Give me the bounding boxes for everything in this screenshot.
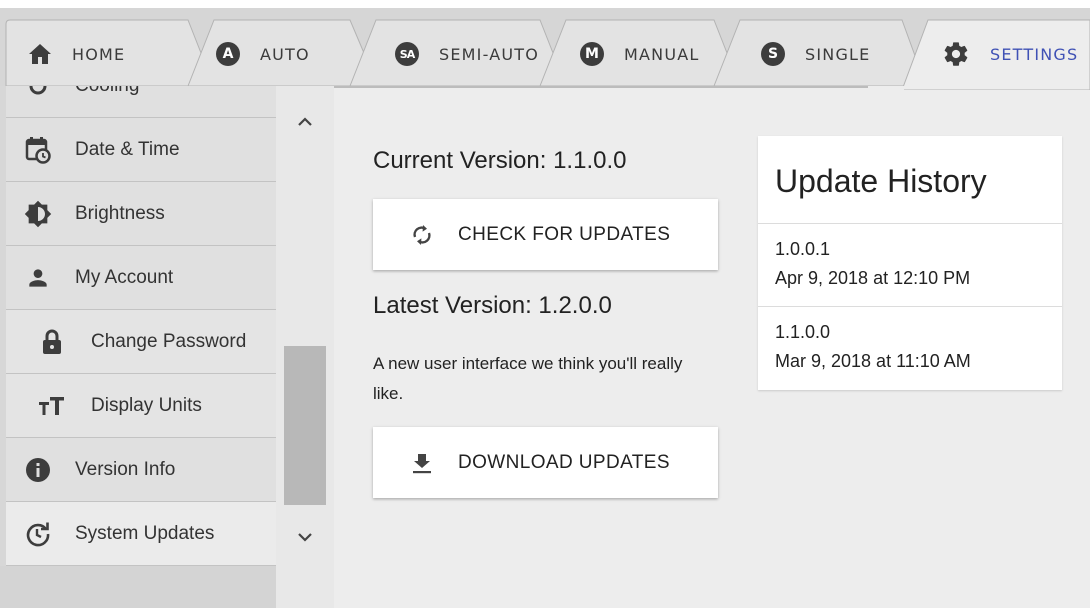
tab-bar: HOME A AUTO SA SEMI-AUTO M MANUAL S SING… bbox=[0, 0, 1090, 90]
tab-single-label: SINGLE bbox=[805, 44, 871, 64]
update-history-card: Update History 1.0.0.1 Apr 9, 2018 at 12… bbox=[758, 136, 1062, 390]
manual-badge-icon: M bbox=[580, 42, 604, 66]
brightness-icon bbox=[24, 200, 52, 228]
calendar-clock-icon bbox=[24, 136, 52, 164]
sidebar-item-my-account[interactable]: My Account bbox=[6, 246, 276, 310]
tab-semi-auto[interactable]: SA SEMI-AUTO bbox=[395, 22, 539, 86]
sidebar-item-label: Change Password bbox=[91, 330, 247, 352]
sidebar-item-change-password[interactable]: Change Password bbox=[6, 310, 276, 374]
tab-semi-auto-label: SEMI-AUTO bbox=[439, 44, 540, 64]
tab-home-label: HOME bbox=[72, 44, 126, 64]
check-for-updates-button[interactable]: CHECK FOR UPDATES bbox=[373, 199, 718, 270]
lock-icon bbox=[38, 328, 66, 356]
latest-version-text: Latest Version: 1.2.0.0 bbox=[373, 292, 612, 319]
sidebar-list[interactable]: Cooling Date & Time Brightness bbox=[6, 86, 276, 608]
chevron-up-icon[interactable] bbox=[295, 114, 315, 130]
sidebar-item-label: Brightness bbox=[75, 202, 165, 224]
sidebar-item-label: Version Info bbox=[75, 458, 176, 480]
settings-sidebar: Cooling Date & Time Brightness bbox=[0, 86, 334, 608]
update-history-icon bbox=[24, 520, 52, 548]
sidebar-item-cooling[interactable]: Cooling bbox=[6, 86, 276, 118]
gear-icon bbox=[942, 40, 970, 68]
update-description: A new user interface we think you'll rea… bbox=[373, 354, 683, 403]
tab-manual[interactable]: M MANUAL bbox=[580, 22, 700, 86]
download-updates-label: DOWNLOAD UPDATES bbox=[458, 451, 670, 473]
info-icon bbox=[24, 456, 52, 484]
sidebar-item-label: Date & Time bbox=[75, 138, 180, 160]
history-date: Apr 9, 2018 at 12:10 PM bbox=[775, 268, 971, 288]
sidebar-item-date-time[interactable]: Date & Time bbox=[6, 118, 276, 182]
update-history-title: Update History bbox=[775, 163, 987, 199]
tab-auto-label: AUTO bbox=[260, 44, 310, 64]
person-icon bbox=[24, 264, 52, 292]
history-version: 1.0.0.1 bbox=[775, 239, 831, 259]
home-icon bbox=[28, 43, 52, 65]
tab-bar-background bbox=[0, 0, 1090, 90]
single-badge-icon: S bbox=[761, 42, 785, 66]
tab-home[interactable]: HOME bbox=[28, 22, 125, 86]
tab-auto[interactable]: A AUTO bbox=[216, 22, 310, 86]
semi-auto-badge-icon: SA bbox=[395, 42, 419, 66]
history-date: Mar 9, 2018 at 11:10 AM bbox=[775, 351, 971, 371]
history-version: 1.1.0.0 bbox=[775, 322, 831, 342]
update-history-row: 1.1.0.0 Mar 9, 2018 at 11:10 AM bbox=[758, 306, 1062, 389]
download-icon bbox=[410, 451, 434, 475]
sidebar-item-version-info[interactable]: Version Info bbox=[6, 438, 276, 502]
tab-single[interactable]: S SINGLE bbox=[761, 22, 870, 86]
auto-badge-icon: A bbox=[216, 42, 240, 66]
refresh-icon bbox=[410, 223, 434, 247]
sidebar-scrollbar[interactable] bbox=[276, 86, 334, 608]
sidebar-item-display-units[interactable]: Display Units bbox=[6, 374, 276, 438]
chevron-down-icon[interactable] bbox=[295, 529, 315, 545]
tab-settings[interactable]: SETTINGS bbox=[942, 22, 1078, 86]
update-history-row: 1.0.0.1 Apr 9, 2018 at 12:10 PM bbox=[758, 223, 1062, 306]
sidebar-item-label: System Updates bbox=[75, 522, 215, 544]
tab-settings-label: SETTINGS bbox=[990, 44, 1079, 64]
download-updates-button[interactable]: DOWNLOAD UPDATES bbox=[373, 427, 718, 498]
text-size-icon bbox=[38, 392, 66, 420]
check-for-updates-label: CHECK FOR UPDATES bbox=[458, 223, 671, 245]
sidebar-item-brightness[interactable]: Brightness bbox=[6, 182, 276, 246]
sidebar-item-label: My Account bbox=[75, 266, 174, 288]
current-version-text: Current Version: 1.1.0.0 bbox=[373, 147, 627, 174]
cooling-icon bbox=[24, 86, 52, 100]
scrollbar-thumb[interactable] bbox=[284, 346, 326, 505]
tab-manual-label: MANUAL bbox=[624, 44, 700, 64]
sidebar-item-label: Display Units bbox=[91, 394, 202, 416]
sidebar-item-label: Cooling bbox=[75, 86, 139, 97]
sidebar-item-system-updates[interactable]: System Updates bbox=[6, 502, 276, 566]
